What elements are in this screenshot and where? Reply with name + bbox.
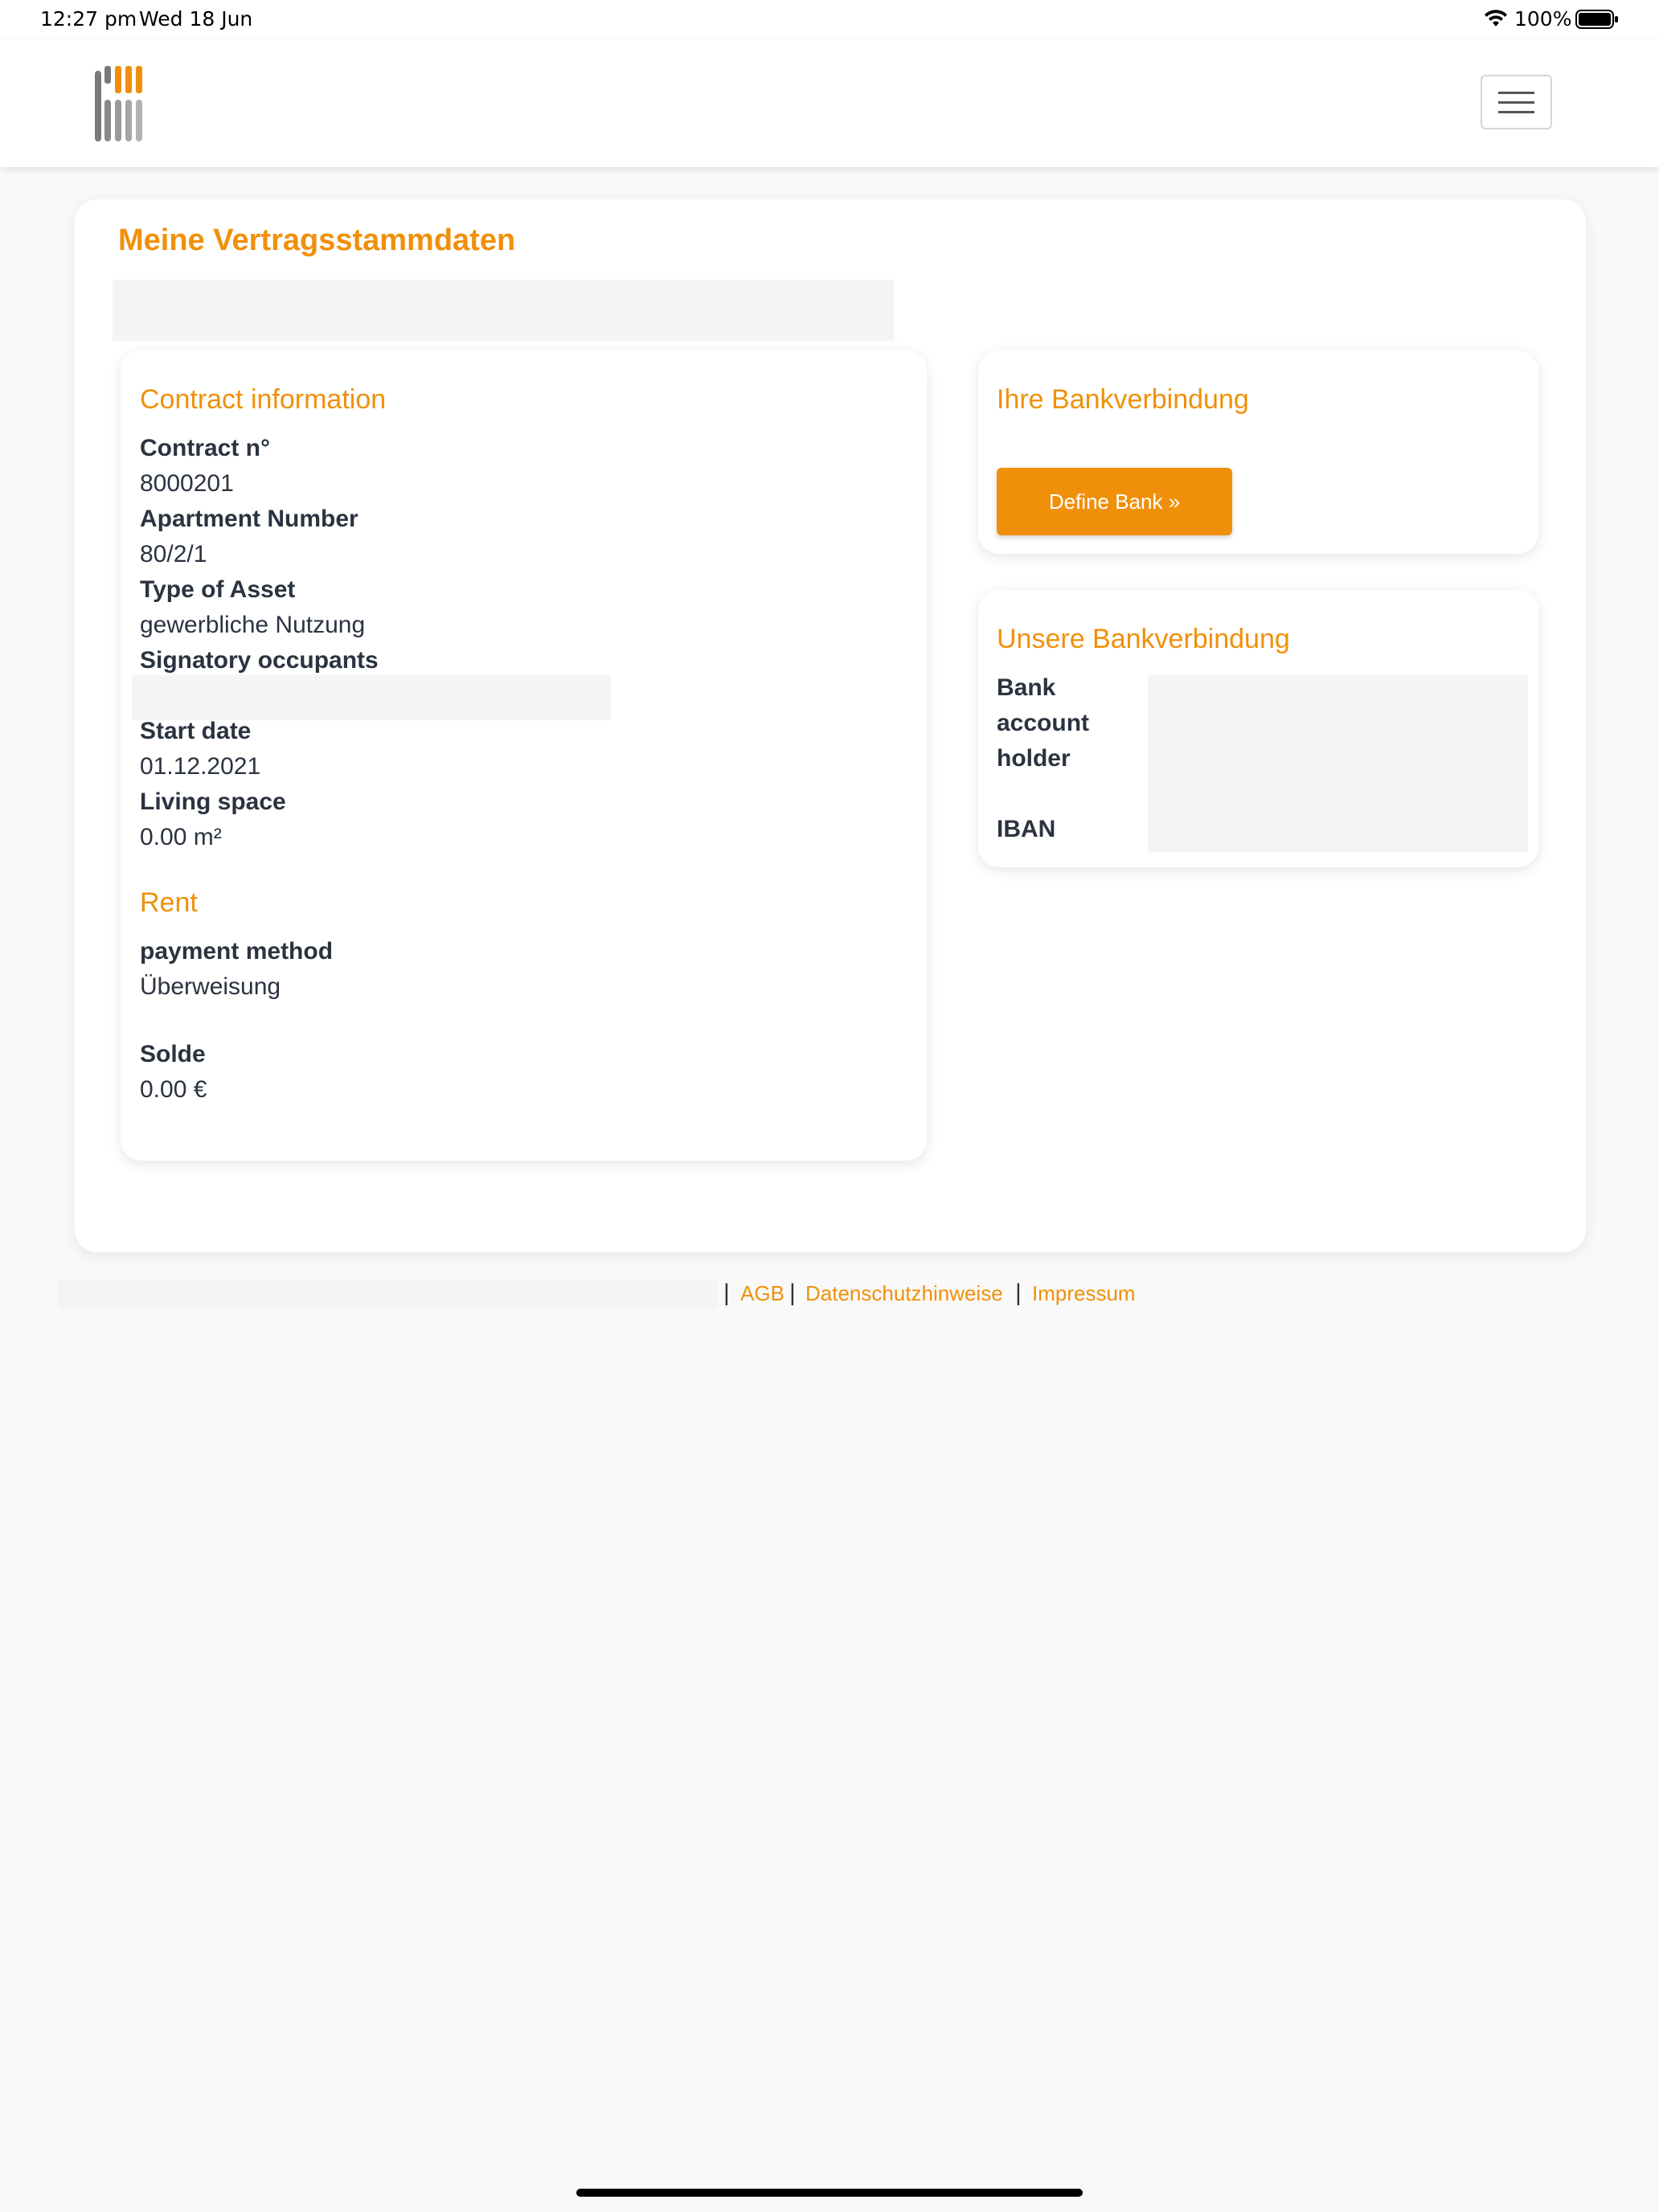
status-bar: 12:27 pm Wed 18 Jun 100% <box>0 0 1659 40</box>
page-title: Meine Vertragsstammdaten <box>118 223 516 257</box>
top-navbar <box>0 40 1659 167</box>
battery-icon <box>1575 10 1618 29</box>
define-bank-button[interactable]: Define Bank » <box>997 468 1232 535</box>
signatory-occupants-label: Signatory occupants <box>140 647 379 674</box>
footer-separator: | <box>1015 1280 1022 1306</box>
redacted-bank-details <box>1148 675 1528 852</box>
wifi-icon <box>1485 10 1507 27</box>
redacted-footer-copyright <box>58 1280 717 1309</box>
redacted-address-block <box>113 280 894 341</box>
footer-link-datenschutz[interactable]: Datenschutzhinweise <box>805 1281 1003 1306</box>
footer-separator: | <box>789 1280 796 1306</box>
contract-number-value: 8000201 <box>140 470 234 497</box>
hamburger-menu-icon[interactable] <box>1481 75 1552 129</box>
account-holder-label-line2: account <box>997 710 1090 736</box>
account-holder-label-line3: holder <box>997 745 1071 772</box>
living-space-value: 0.00 m² <box>140 824 222 850</box>
contract-card-title: Contract information <box>140 384 387 415</box>
start-date-label: Start date <box>140 718 252 744</box>
payment-method-label: payment method <box>140 938 334 965</box>
status-time: 12:27 pm <box>40 7 137 31</box>
payment-method-value: Überweisung <box>140 973 281 1000</box>
start-date-value: 01.12.2021 <box>140 753 261 780</box>
living-space-label: Living space <box>140 789 286 815</box>
contract-number-label: Contract n° <box>140 435 270 461</box>
our-bank-card-title: Unsere Bankverbindung <box>997 624 1290 654</box>
home-indicator[interactable] <box>576 2189 1083 2197</box>
account-holder-label-line1: Bank <box>997 674 1056 701</box>
apartment-number-value: 80/2/1 <box>140 541 207 567</box>
footer-separator: | <box>723 1280 730 1306</box>
asset-type-label: Type of Asset <box>140 576 296 603</box>
apartment-number-label: Apartment Number <box>140 506 358 532</box>
company-logo-icon[interactable] <box>93 64 151 143</box>
redacted-occupants-value <box>132 675 611 720</box>
solde-value: 0.00 € <box>140 1076 207 1103</box>
your-bank-card-title: Ihre Bankverbindung <box>997 384 1249 415</box>
iban-label: IBAN <box>997 816 1056 842</box>
footer-link-impressum[interactable]: Impressum <box>1032 1281 1136 1306</box>
asset-type-value: gewerbliche Nutzung <box>140 612 366 638</box>
rent-section-title: Rent <box>140 887 198 918</box>
solde-label: Solde <box>140 1041 206 1067</box>
battery-percentage: 100% <box>1514 7 1572 31</box>
footer-link-agb[interactable]: AGB <box>740 1281 784 1306</box>
status-date: Wed 18 Jun <box>139 7 253 31</box>
